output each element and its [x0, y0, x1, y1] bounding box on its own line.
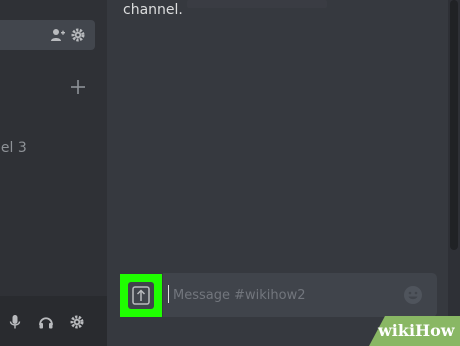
message-text: channel. — [123, 2, 183, 18]
sidebar-selected-row[interactable] — [0, 20, 95, 50]
wikihow-watermark: wikiHow — [345, 316, 460, 346]
plus-icon[interactable] — [70, 79, 86, 95]
emoji-icon[interactable] — [403, 285, 423, 305]
message-composer — [163, 273, 437, 317]
text-caret — [168, 285, 169, 303]
chat-scrollbar[interactable] — [448, 0, 460, 346]
watermark-text: wikiHow — [378, 321, 455, 340]
headphones-icon[interactable] — [38, 314, 54, 330]
user-panel — [0, 296, 107, 346]
channel-sidebar: nel 3 — [0, 0, 107, 346]
upload-button-highlight[interactable] — [120, 274, 162, 317]
upload-button[interactable] — [128, 282, 154, 309]
message-input[interactable] — [173, 284, 403, 306]
gear-icon[interactable] — [70, 27, 86, 43]
sidebar-item-channel-3[interactable]: nel 3 — [0, 140, 27, 156]
scrollbar-thumb[interactable] — [450, 0, 458, 250]
add-friend-icon[interactable] — [50, 27, 66, 43]
message-line-fragment — [187, 0, 327, 8]
microphone-icon[interactable] — [7, 314, 23, 330]
discord-app: nel 3 — [0, 0, 460, 346]
gear-icon[interactable] — [69, 314, 85, 330]
upload-icon[interactable] — [131, 285, 151, 306]
